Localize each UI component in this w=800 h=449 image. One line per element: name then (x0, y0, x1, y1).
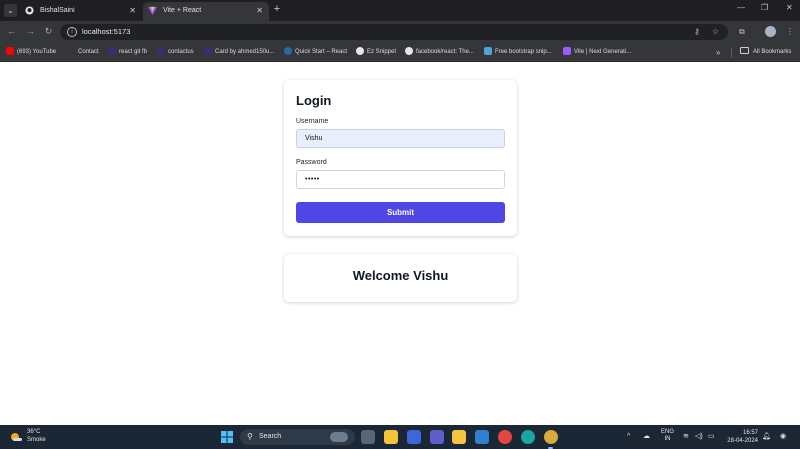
vscode-icon[interactable] (475, 430, 489, 444)
username-input[interactable]: Vishu (296, 129, 505, 148)
all-bookmarks-button[interactable]: All Bookmarks (740, 43, 791, 62)
taskbar-search[interactable]: ⚲ Search (240, 429, 355, 445)
copilot-icon[interactable]: ◉ (780, 425, 786, 449)
bookmark-youtube[interactable]: (693) YouTube (6, 43, 56, 62)
tab-bishalsaini[interactable]: BishalSaini ✕ (20, 2, 142, 21)
bookmark-card-by-ahmed[interactable]: Card by ahmed150u... (204, 43, 274, 62)
close-icon[interactable]: ✕ (256, 2, 263, 19)
welcome-message: Welcome Vishu (352, 268, 449, 283)
site-info-icon[interactable]: i (67, 27, 77, 37)
search-icon: ⚲ (247, 432, 253, 441)
more-bookmarks-chevron-icon[interactable]: » (716, 43, 720, 62)
youtube-icon (6, 46, 14, 55)
edge-icon[interactable] (521, 430, 535, 444)
page-content: Login Username Vishu Password ••••• Subm… (0, 63, 800, 425)
password-input[interactable]: ••••• (296, 170, 505, 189)
react-icon (284, 46, 292, 55)
triangle-icon (356, 46, 364, 55)
bookmarks-bar: (693) YouTube Contact react git fb conta… (0, 43, 800, 62)
bookmark-vite[interactable]: Vite | Next Generati... (563, 43, 631, 62)
bookmark-free-bootstrap[interactable]: Free bootstrap snip... (484, 43, 552, 62)
close-window-button[interactable]: ✕ (786, 3, 793, 12)
lab-icon (204, 46, 212, 55)
vite-icon (563, 46, 571, 55)
maximize-button[interactable]: ❐ (761, 3, 768, 12)
menu-kebab-icon[interactable]: ⋮ (786, 26, 794, 38)
language-indicator[interactable]: ENG IN (661, 429, 674, 443)
forward-arrow-icon[interactable]: → (25, 26, 36, 37)
wifi-icon[interactable]: ≋ (683, 425, 689, 449)
show-hidden-icons-chevron-icon[interactable]: ^ (627, 425, 630, 449)
lab-icon (157, 46, 165, 55)
password-label: Password (296, 159, 327, 166)
login-title: Login (296, 93, 332, 108)
login-card: Login Username Vishu Password ••••• Subm… (284, 80, 517, 236)
page-icon (67, 47, 75, 55)
bookmarks-divider (731, 48, 732, 58)
battery-icon[interactable]: ▭ (708, 425, 715, 449)
volume-icon[interactable]: ◁) (695, 425, 703, 449)
welcome-card: Welcome Vishu (284, 254, 517, 302)
tab-search-button[interactable]: ⌄ (4, 4, 17, 17)
reload-icon[interactable]: ↻ (43, 26, 54, 37)
new-tab-button[interactable]: + (271, 2, 283, 18)
vite-icon (148, 6, 157, 15)
power-bi-icon[interactable] (452, 430, 466, 444)
chrome-dev-icon[interactable] (544, 430, 558, 444)
store-app-icon[interactable] (407, 430, 421, 444)
extensions-icon[interactable]: ⧉ (739, 26, 745, 38)
file-explorer-icon[interactable] (384, 430, 398, 444)
bookmark-facebook-react[interactable]: facebook/react: The... (405, 43, 474, 62)
bookmark-ez-snippet[interactable]: Ez Snippet (356, 43, 396, 62)
cloud-icon[interactable]: ☁ (643, 425, 650, 449)
profile-avatar[interactable] (765, 26, 776, 37)
bootstrap-icon (484, 46, 492, 55)
tab-vite-react[interactable]: Vite + React ✕ (143, 2, 269, 21)
system-clock[interactable]: 16:57 28-04-2024 (726, 429, 758, 445)
taskbar: 36°C Smoke ⚲ Search ^ ☁ ENG IN ≋ ◁) ▭ 16… (0, 425, 800, 449)
password-key-icon[interactable]: ⚷ (694, 26, 700, 38)
tab-strip: ⌄ BishalSaini ✕ Vite + React ✕ + — ❐ ✕ (0, 0, 800, 21)
weather-smoke-icon (11, 433, 22, 441)
close-icon[interactable]: ✕ (129, 2, 136, 19)
notification-bell-icon[interactable]: 🔔︎ (762, 425, 771, 449)
bookmark-react-git-fb[interactable]: react git fb (108, 43, 147, 62)
lab-icon (108, 46, 116, 55)
address-url: localhost:5173 (82, 27, 131, 36)
bookmark-star-icon[interactable]: ☆ (712, 26, 719, 38)
tab-title: Vite + React (163, 7, 202, 14)
minimize-button[interactable]: — (737, 3, 745, 12)
teams-icon[interactable] (430, 430, 444, 444)
tab-title: BishalSaini (40, 7, 75, 14)
task-view-icon[interactable] (361, 430, 375, 444)
bookmark-contact[interactable]: Contact (67, 43, 99, 62)
chrome-icon[interactable] (498, 430, 512, 444)
folder-icon (740, 47, 749, 54)
address-bar[interactable]: i localhost:5173 ⚷ ☆ (60, 24, 728, 40)
search-highlight-icon (330, 432, 348, 442)
github-icon (405, 46, 413, 55)
bookmark-contactus[interactable]: contactus (157, 43, 194, 62)
back-arrow-icon[interactable]: ← (6, 26, 17, 37)
username-label: Username (296, 118, 329, 125)
windows-start-icon[interactable] (221, 431, 233, 443)
bookmark-quick-start-react[interactable]: Quick Start – React (284, 43, 347, 62)
github-icon (25, 6, 34, 15)
submit-button[interactable]: Submit (296, 202, 505, 223)
browser-toolbar: ← → ↻ i localhost:5173 ⚷ ☆ ⧉ ⋮ (0, 21, 800, 43)
